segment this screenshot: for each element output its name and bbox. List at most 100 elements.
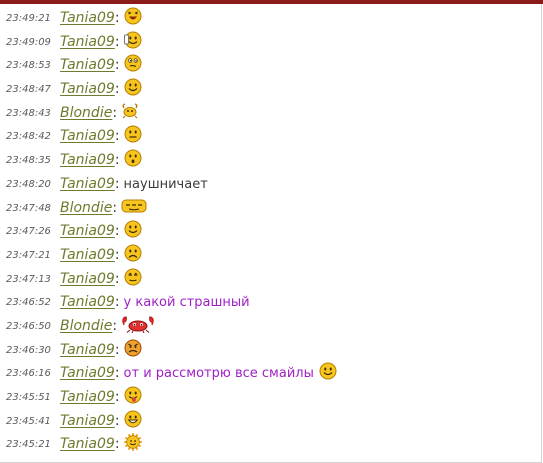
chat-message-row: 23:45:41 Tania09:	[0, 410, 540, 434]
message-timestamp: 23:48:20	[6, 178, 51, 190]
user-nick-link[interactable]: Tania09	[60, 247, 115, 263]
message-text: наушничает	[123, 176, 208, 192]
chat-message-row: 23:48:20 Tania09: наушничает	[0, 173, 540, 197]
chat-message-row: 23:48:35 Tania09:	[0, 149, 540, 173]
sad-smiley-icon	[124, 244, 142, 262]
nick-separator: :	[114, 223, 120, 240]
message-timestamp: 23:48:53	[6, 60, 51, 72]
user-nick-link[interactable]: Tania09	[60, 10, 115, 26]
neutral-smiley-icon	[124, 125, 142, 143]
chat-message-row: 23:48:47 Tania09:	[0, 78, 540, 102]
message-timestamp: 23:49:21	[6, 13, 51, 24]
chat-message-row: 23:46:30 Tania09:	[0, 339, 540, 363]
message-body: Tania09:	[60, 31, 142, 55]
nick-separator: :	[114, 270, 120, 287]
smile-icon	[124, 220, 142, 238]
chat-message-row: 23:45:51 Tania09:	[0, 386, 540, 410]
nick-separator: :	[114, 341, 120, 358]
message-timestamp: 23:48:42	[6, 131, 51, 143]
message-body: Tania09:	[60, 244, 142, 268]
nick-separator: :	[112, 104, 118, 121]
chat-frame: 23:49:21 Tania09: 23:49:09 Tania09: 23:48:53…	[0, 4, 542, 463]
smile-icon	[124, 78, 142, 96]
chat-message-row: 23:48:53 Tania09:	[0, 54, 540, 78]
nick-separator: :	[114, 365, 120, 382]
message-timestamp: 23:46:30	[6, 344, 51, 356]
chat-message-row: 23:47:26 Tania09:	[0, 220, 540, 244]
user-nick-link[interactable]: Tania09	[60, 34, 115, 50]
thinking-smiley-icon	[124, 54, 142, 72]
nick-separator: :	[114, 10, 120, 26]
message-timestamp: 23:48:35	[6, 155, 51, 167]
message-body: Tania09:	[60, 125, 142, 149]
message-body: Tania09:	[60, 433, 142, 457]
chat-message-row: 23:45:21 Tania09:	[0, 433, 540, 457]
surprised-smiley-icon	[124, 149, 142, 167]
user-nick-link[interactable]: Blondie	[60, 105, 112, 121]
chat-message-row: 23:47:21 Tania09:	[0, 244, 540, 268]
user-nick-link[interactable]: Tania09	[60, 389, 115, 405]
message-body: Tania09:	[60, 54, 142, 78]
user-nick-link[interactable]: Tania09	[60, 342, 115, 358]
message-timestamp: 23:47:21	[6, 249, 51, 261]
message-body: Tania09:	[60, 339, 142, 363]
laughing-smiley-icon	[124, 7, 142, 25]
message-text: от и рассмотрю все смайлы	[123, 366, 314, 382]
message-timestamp: 23:47:26	[6, 226, 51, 238]
user-nick-link[interactable]: Tania09	[60, 128, 115, 144]
message-body: Tania09:	[60, 386, 142, 410]
tongue-smiley-icon	[124, 386, 142, 404]
user-nick-link[interactable]: Blondie	[60, 200, 112, 216]
sun-smiley-icon	[123, 433, 142, 452]
nick-separator: :	[114, 128, 120, 145]
chat-message-row: 23:46:50 Blondie:	[0, 315, 540, 339]
message-body: Tania09:	[60, 78, 142, 102]
user-nick-link[interactable]: Tania09	[60, 413, 115, 429]
user-nick-link[interactable]: Blondie	[60, 318, 112, 334]
message-timestamp: 23:48:43	[6, 107, 51, 119]
nick-separator: :	[114, 246, 120, 263]
message-body: Tania09: от и рассмотрю все смайлы	[60, 362, 337, 386]
message-timestamp: 23:46:16	[6, 368, 51, 380]
message-timestamp: 23:47:13	[6, 273, 51, 285]
smile-icon	[319, 362, 337, 380]
user-nick-link[interactable]: Tania09	[60, 271, 115, 287]
user-nick-link[interactable]: Tania09	[60, 81, 115, 97]
message-body: Tania09:	[60, 268, 142, 292]
angry-smiley-icon	[124, 339, 142, 357]
message-body: Tania09: наушничает	[60, 173, 208, 197]
chat-message-row: 23:46:52 Tania09: у какой страшный	[0, 291, 540, 315]
nick-separator: :	[114, 175, 120, 192]
chat-message-row: 23:47:48 Blondie:	[0, 197, 540, 221]
message-timestamp: 23:46:52	[6, 297, 51, 309]
user-nick-link[interactable]: Tania09	[60, 176, 115, 192]
nick-separator: :	[114, 33, 120, 50]
user-nick-link[interactable]: Tania09	[60, 294, 115, 310]
nick-separator: :	[112, 199, 118, 216]
nick-separator: :	[114, 57, 120, 74]
user-nick-link[interactable]: Tania09	[60, 223, 115, 239]
user-nick-link[interactable]: Tania09	[60, 365, 115, 381]
nick-separator: :	[114, 81, 120, 98]
chat-message-row: 23:49:21 Tania09:	[0, 7, 540, 31]
chat-log: 23:49:21 Tania09: 23:49:09 Tania09: 23:48:53…	[0, 7, 540, 457]
message-timestamp: 23:49:09	[6, 36, 51, 48]
message-timestamp: 23:46:50	[6, 320, 51, 332]
message-timestamp: 23:45:21	[6, 439, 51, 451]
nick-separator: :	[114, 436, 120, 453]
message-body: Blondie:	[60, 102, 139, 126]
message-timestamp: 23:45:41	[6, 415, 51, 427]
message-body: Tania09: у какой страшный	[60, 291, 250, 315]
message-body: Tania09:	[60, 410, 142, 434]
user-nick-link[interactable]: Tania09	[60, 436, 115, 452]
nick-separator: :	[114, 294, 120, 311]
nick-separator: :	[114, 389, 120, 405]
nick-separator: :	[112, 317, 118, 334]
rolleyes-smiley-icon	[124, 268, 142, 286]
chat-message-row: 23:46:16 Tania09: от и рассмотрю все смайл…	[0, 362, 540, 386]
message-body: Tania09:	[60, 220, 142, 244]
crab-smiley-icon	[121, 102, 139, 120]
user-nick-link[interactable]: Tania09	[60, 57, 115, 73]
user-nick-link[interactable]: Tania09	[60, 152, 115, 168]
sleepy-smiley-icon	[121, 197, 147, 215]
